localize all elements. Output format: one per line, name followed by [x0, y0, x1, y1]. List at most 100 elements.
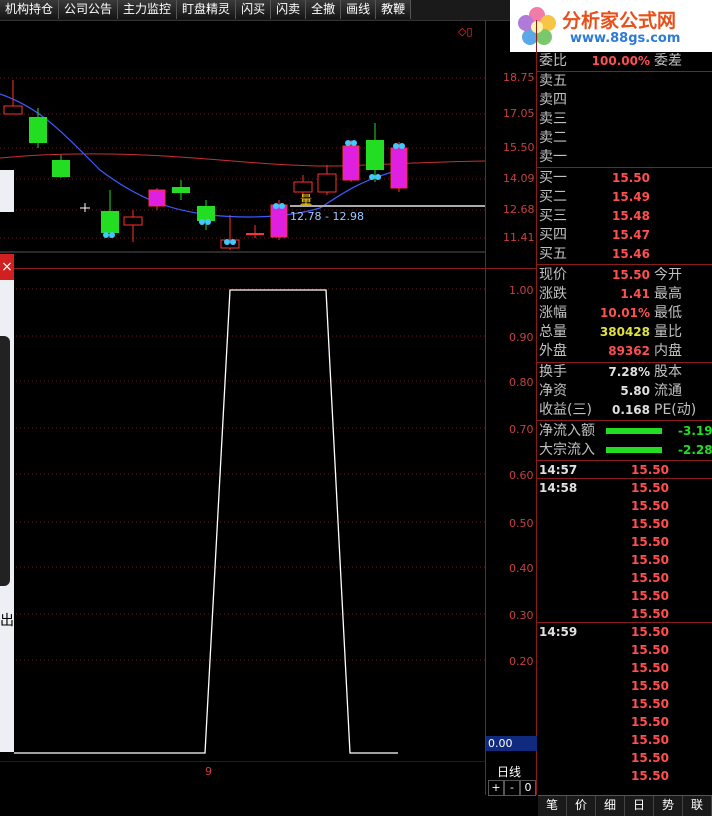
tick-row: 15.50: [538, 641, 712, 659]
price-axis-label: 18.75: [503, 71, 535, 84]
tick-price: 15.50: [631, 499, 669, 513]
quote-right-label: 今开: [654, 267, 682, 283]
toolbar-button-pointer[interactable]: 教鞭: [376, 0, 412, 19]
bid-row: 买二 15.49: [538, 188, 712, 207]
tick-price: 15.50: [631, 733, 669, 747]
tab-linked[interactable]: 联: [683, 796, 712, 816]
tick-divider: [537, 622, 712, 623]
quote-right-label: 量比: [654, 324, 682, 340]
tick-time: 14:59: [539, 625, 578, 639]
toolbar-button-draw-line[interactable]: 画线: [341, 0, 377, 19]
tick-row: 14:58 15.50: [538, 479, 712, 497]
tick-row: 15.50: [538, 677, 712, 695]
tick-row: 15.50: [538, 587, 712, 605]
x-axis-label: 9: [205, 765, 212, 778]
tick-time: 14:57: [539, 463, 578, 477]
toolbar-button-flash-buy[interactable]: 闪买: [236, 0, 272, 19]
quote-value: 0.168: [612, 403, 650, 417]
tick-price: 15.50: [631, 463, 669, 477]
quote-divider: [536, 20, 537, 795]
flow-label: 净流入额: [539, 423, 595, 439]
candlesticks: [3, 80, 408, 250]
quote-label: 涨幅: [539, 305, 567, 321]
tab-detail[interactable]: 细: [596, 796, 625, 816]
toolbar-button-watch-wizard[interactable]: 盯盘精灵: [177, 0, 237, 19]
order-book-divider: [537, 420, 712, 421]
indicator-axis-label: 1.00: [509, 284, 534, 297]
flow-row: 大宗流入 -2.28: [538, 441, 712, 460]
chart-corner-icons[interactable]: ◇▯: [458, 25, 473, 38]
bid-label: 买三: [539, 208, 567, 224]
indicator-axis-label: 0.80: [509, 376, 534, 389]
quote-value: 380428: [599, 325, 650, 339]
tick-divider: [537, 478, 712, 479]
quote-right-label: 股本: [654, 364, 682, 380]
indicator-axis-label: 0.70: [509, 423, 534, 436]
tab-daily[interactable]: 日: [625, 796, 654, 816]
tick-price: 15.50: [631, 625, 669, 639]
quote-label: 委比: [539, 53, 567, 69]
indicator-current-value: 0.00: [486, 736, 537, 751]
quote-row: 涨跌 1.41 最高: [538, 285, 712, 304]
bid-label: 买二: [539, 189, 567, 205]
side-popup-fragment[interactable]: [0, 170, 14, 212]
site-logo: 分析家公式网 www.88gs.com: [510, 0, 712, 52]
tick-row: 14:57 15.50: [538, 461, 712, 479]
quote-right-label: 委差: [654, 53, 682, 69]
price-axis-label: 14.09: [503, 172, 535, 185]
quote-label: 换手: [539, 364, 567, 380]
quote-row: 总量 380428 量比: [538, 323, 712, 342]
flow-bar: [606, 447, 662, 453]
quote-row: 换手 7.28% 股本: [538, 363, 712, 382]
indicator-chart[interactable]: [0, 270, 486, 762]
price-axis-label: 17.05: [503, 107, 535, 120]
tick-price: 15.50: [631, 571, 669, 585]
tick-price: 15.50: [631, 751, 669, 765]
ask-row: 卖五: [538, 72, 712, 91]
flow-label: 大宗流入: [539, 442, 595, 458]
quote-value: 15.50: [612, 268, 650, 282]
tick-row: 15.50: [538, 713, 712, 731]
ask-row: 卖二: [538, 129, 712, 148]
order-book-divider: [537, 264, 712, 265]
toolbar-button-announcements[interactable]: 公司公告: [59, 0, 119, 19]
tick-price: 15.50: [631, 517, 669, 531]
tick-price: 15.50: [631, 643, 669, 657]
ask-row: 卖三: [538, 110, 712, 129]
toolbar-button-main-force-monitor[interactable]: 主力监控: [118, 0, 178, 19]
quote-label: 涨跌: [539, 286, 567, 302]
tab-trades[interactable]: 笔: [538, 796, 567, 816]
zoom-reset-button[interactable]: 0: [520, 780, 536, 796]
quote-row: 外盘 89362 内盘: [538, 342, 712, 361]
quote-right-label: PE(动): [654, 402, 697, 418]
indicator-axis-label: 0.20: [509, 655, 534, 668]
tab-trend[interactable]: 势: [654, 796, 683, 816]
zoom-out-button[interactable]: -: [504, 780, 520, 796]
tab-price[interactable]: 价: [567, 796, 596, 816]
zoom-in-button[interactable]: +: [488, 780, 504, 796]
ask-label: 卖一: [539, 149, 567, 165]
logo-url-text: www.88gs.com: [570, 31, 681, 46]
close-icon[interactable]: ×: [0, 254, 14, 280]
toolbar-button-institutional-holdings[interactable]: 机构持仓: [0, 0, 60, 19]
tick-row: 15.50: [538, 569, 712, 587]
tick-row: 15.50: [538, 533, 712, 551]
period-label[interactable]: 日线: [497, 763, 521, 780]
quote-label: 收益(三): [539, 402, 592, 418]
ask-label: 卖二: [539, 130, 567, 146]
tick-price: 15.50: [631, 769, 669, 783]
bid-price: 15.46: [612, 247, 650, 261]
indicator-axis-label: 0.90: [509, 331, 534, 344]
quote-label: 净资: [539, 383, 567, 399]
bid-price: 15.49: [612, 190, 650, 204]
tick-price: 15.50: [631, 481, 669, 495]
tick-row: 15.50: [538, 767, 712, 785]
order-ratio-row: 委比 100.00% 委差: [538, 52, 712, 71]
order-book-divider: [537, 362, 712, 363]
quote-row: 现价 15.50 今开: [538, 266, 712, 285]
tick-price: 15.50: [631, 589, 669, 603]
side-panel-fragment[interactable]: 出: [0, 280, 14, 752]
price-chart[interactable]: 量 12.78 - 12.98 ◇▯: [0, 20, 486, 262]
toolbar-button-flash-sell[interactable]: 闪卖: [271, 0, 307, 19]
toolbar-button-cancel-all[interactable]: 全撤: [306, 0, 342, 19]
